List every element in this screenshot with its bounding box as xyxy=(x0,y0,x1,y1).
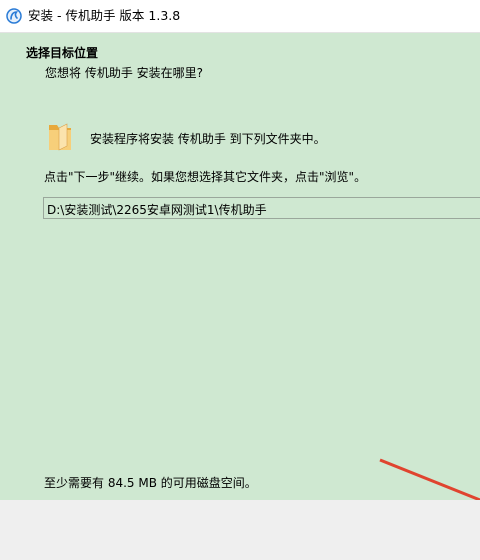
space-requirement-text: 至少需要有 84.5 MB 的可用磁盘空间。 xyxy=(44,476,257,490)
title-bar: 安装 - 传机助手 版本 1.3.8 xyxy=(0,0,480,33)
install-path-input[interactable]: D:\安装测试\2265安卓网测试1\传机助手 xyxy=(43,197,480,219)
installer-window: 安装 - 传机助手 版本 1.3.8 选择目标位置 您想将 传机助手 安装在哪里… xyxy=(0,0,480,560)
page-title: 选择目标位置 xyxy=(26,46,99,60)
button-bar xyxy=(0,500,480,560)
folder-icon xyxy=(46,121,74,153)
app-logo-icon xyxy=(6,8,22,24)
page-header: 选择目标位置 您想将 传机助手 安装在哪里? xyxy=(0,33,480,91)
install-info-text: 安装程序将安装 传机助手 到下列文件夹中。 xyxy=(90,132,326,146)
window-title: 安装 - 传机助手 版本 1.3.8 xyxy=(28,8,181,23)
page-subtitle: 您想将 传机助手 安装在哪里? xyxy=(45,66,203,80)
instruction-text: 点击"下一步"继续。如果您想选择其它文件夹，点击"浏览"。 xyxy=(44,170,367,184)
